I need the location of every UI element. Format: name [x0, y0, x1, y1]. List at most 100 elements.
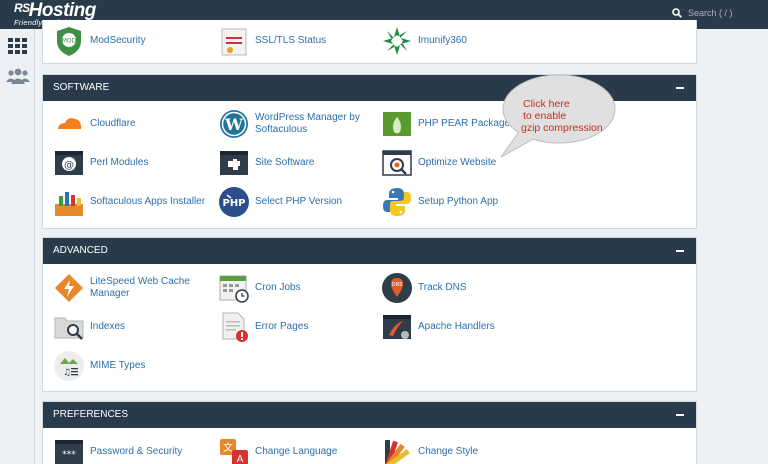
softaculous-icon [55, 192, 83, 216]
preferences-panel-header[interactable]: PREFERENCES [43, 402, 696, 428]
svg-text:MOD: MOD [62, 38, 77, 45]
mime-types-icon: ♫ [54, 351, 84, 381]
search-box[interactable]: Search ( / ) [672, 8, 733, 18]
advanced-item-apache-handlers[interactable]: Apache Handlers [381, 311, 495, 343]
preferences-item-style[interactable]: Change Style [381, 436, 478, 464]
preferences-item-label: Change Language [255, 446, 338, 457]
wordpress-icon: W [220, 110, 248, 138]
preferences-item-label: Password & Security [90, 446, 183, 457]
software-item-label: Setup Python App [418, 196, 499, 207]
advanced-title: ADVANCED [53, 245, 108, 256]
password-icon: *** [55, 440, 83, 464]
track-dns-icon: DNS [382, 273, 412, 303]
software-item-wordpress-manager[interactable]: W WordPress Manager by Softaculous [218, 108, 360, 140]
collapse-icon[interactable] [676, 250, 684, 252]
advanced-item-track-dns[interactable]: DNS Track DNS [381, 272, 467, 304]
security-item-label: Imunify360 [418, 35, 467, 46]
php-version-icon: PHP [219, 187, 249, 217]
search-icon [672, 8, 682, 18]
svg-text:W: W [224, 115, 244, 134]
security-item-ssl-status[interactable]: SSL/TLS Status [218, 25, 326, 57]
svg-text:PHP: PHP [222, 198, 245, 209]
preferences-item-label: Change Style [418, 446, 479, 457]
software-item-label: Cloudflare [90, 118, 136, 129]
cron-calendar-icon [219, 275, 249, 303]
preferences-title: PREFERENCES [53, 409, 129, 420]
software-item-label: WordPress Manager by Softaculous [255, 112, 360, 136]
grid-icon[interactable] [8, 38, 27, 54]
callout-line-2: to enable [523, 110, 567, 122]
brand-rs: RS [14, 1, 30, 15]
advanced-item-label: MIME Types [90, 360, 146, 371]
left-rail [0, 29, 35, 464]
label-line-2: Softaculous [255, 124, 308, 135]
software-item-python-app[interactable]: Setup Python App [381, 186, 498, 218]
security-item-imunify360[interactable]: Imunify360 [381, 25, 467, 57]
cloudflare-icon [56, 118, 83, 131]
ssl-certificate-icon [221, 28, 247, 56]
software-item-site-software[interactable]: Site Software [218, 147, 314, 179]
callout-text: Click here to enable gzip compression [521, 98, 603, 134]
advanced-item-label: Track DNS [418, 282, 467, 293]
security-item-modsecurity[interactable]: MOD ModSecurity [53, 25, 146, 57]
advanced-item-litespeed[interactable]: LiteSpeed Web Cache Manager [53, 272, 190, 304]
svg-text:♫: ♫ [63, 368, 71, 378]
modsecurity-icon: MOD [57, 27, 81, 56]
svg-text:@: @ [64, 160, 74, 171]
error-pages-icon [222, 312, 248, 342]
preferences-item-password[interactable]: *** Password & Security [53, 436, 182, 464]
language-icon: 文A [220, 439, 248, 464]
preferences-item-language[interactable]: 文A Change Language [218, 436, 337, 464]
users-icon[interactable] [6, 68, 30, 84]
advanced-item-label: Error Pages [255, 321, 309, 332]
advanced-item-label: LiteSpeed Web Cache Manager [90, 276, 190, 300]
indexes-icon [54, 317, 84, 340]
label-line-2: Manager [90, 288, 130, 299]
svg-text:文: 文 [223, 441, 233, 454]
software-item-softaculous[interactable]: Softaculous Apps Installer [53, 186, 205, 218]
perl-icon: @ [55, 151, 83, 175]
advanced-item-mime-types[interactable]: ♫ MIME Types [53, 350, 145, 382]
software-title: SOFTWARE [53, 82, 110, 93]
preferences-panel: PREFERENCES *** Password & Security 文A C… [42, 401, 697, 464]
software-item-cloudflare[interactable]: Cloudflare [53, 108, 136, 140]
callout-line-1: Click here [523, 98, 570, 110]
security-item-label: SSL/TLS Status [255, 35, 327, 46]
software-item-label: Optimize Website [418, 157, 497, 168]
advanced-item-label: Apache Handlers [418, 321, 495, 332]
python-icon [383, 188, 411, 216]
software-item-label: Select PHP Version [255, 196, 343, 207]
svg-text:***: *** [62, 450, 76, 460]
collapse-icon[interactable] [676, 87, 684, 89]
advanced-item-indexes[interactable]: Indexes [53, 311, 125, 343]
advanced-item-cron-jobs[interactable]: Cron Jobs [218, 272, 301, 304]
software-item-label: Site Software [255, 157, 315, 168]
php-pear-icon [383, 112, 411, 136]
collapse-icon[interactable] [676, 414, 684, 416]
software-item-label: Softaculous Apps Installer [90, 196, 206, 207]
callout-line-3: gzip compression [521, 122, 603, 134]
advanced-item-error-pages[interactable]: Error Pages [218, 311, 308, 343]
advanced-item-label: Cron Jobs [255, 282, 301, 293]
svg-text:DNS: DNS [392, 282, 403, 288]
label-line-1: WordPress Manager by [255, 112, 360, 123]
software-item-optimize-website[interactable]: Optimize Website [381, 147, 496, 179]
site-software-icon [220, 151, 248, 175]
software-item-label: Perl Modules [90, 157, 149, 168]
software-item-perl-modules[interactable]: @ Perl Modules [53, 147, 148, 179]
software-item-php-pear[interactable]: PHP PEAR Packages [381, 108, 515, 140]
style-icon [385, 440, 410, 464]
litespeed-icon [55, 274, 83, 302]
advanced-panel-header[interactable]: ADVANCED [43, 238, 696, 264]
advanced-panel: ADVANCED LiteSpeed Web Cache Manager Cron… [42, 237, 697, 392]
label-line-1: LiteSpeed Web Cache [90, 276, 190, 287]
advanced-item-label: Indexes [90, 321, 126, 332]
software-item-select-php[interactable]: PHP Select PHP Version [218, 186, 342, 218]
imunify-icon [383, 27, 411, 55]
security-item-label: ModSecurity [90, 35, 146, 46]
svg-text:A: A [237, 454, 244, 464]
apache-handlers-icon [383, 315, 411, 339]
security-panel: MOD ModSecurity SSL/TLS Status Imunify36… [42, 20, 697, 64]
search-placeholder: Search ( / ) [688, 8, 733, 18]
optimize-website-icon [382, 150, 412, 176]
